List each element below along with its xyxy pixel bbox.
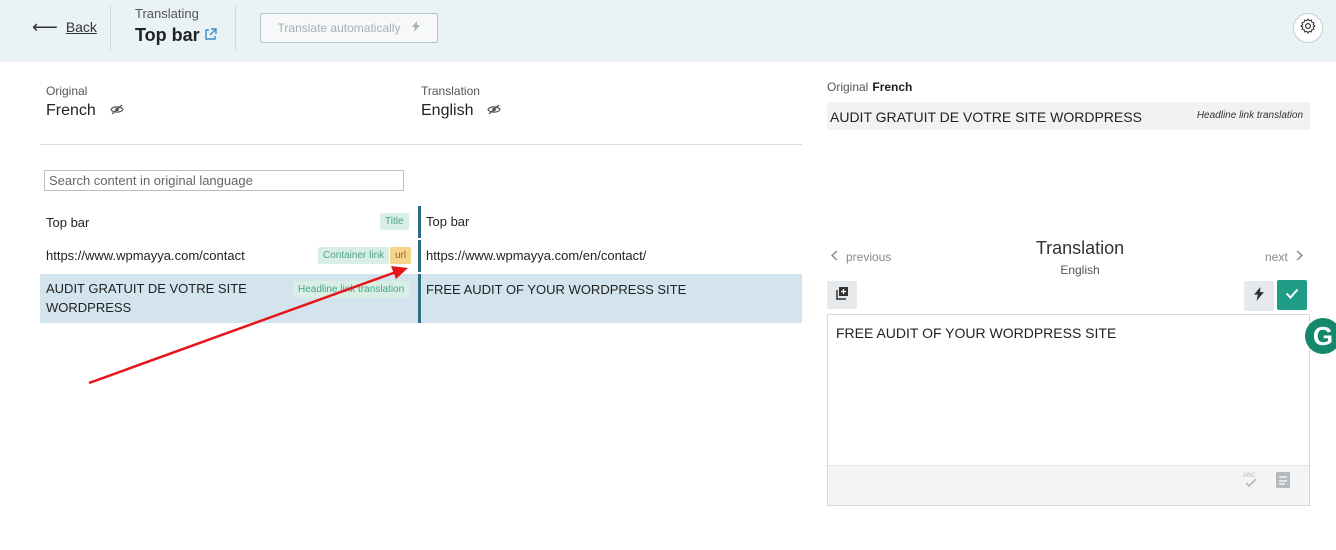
panel-original-text: AUDIT GRATUIT DE VOTRE SITE WORDPRESS [830,109,1142,125]
panel-original-language: French [872,80,913,94]
copy-icon [835,286,849,305]
previous-label: previous [846,250,892,264]
svg-text:ABC: ABC [1243,473,1256,479]
editor-toolbar: ABC [828,465,1309,505]
panel-original-label: Original French [827,80,912,94]
next-label: next [1265,250,1288,264]
translation-editor[interactable]: FREE AUDIT OF YOUR WORDPRESS SITE ABC [827,314,1310,506]
previous-button[interactable]: previous [830,250,892,264]
check-icon [1285,286,1299,304]
panel-translation-title: Translation [1035,238,1125,258]
glossary-icon[interactable] [1275,471,1291,494]
grammarly-icon[interactable]: G [1305,318,1336,354]
next-button[interactable]: next [1265,250,1303,264]
save-translation-button[interactable] [1277,280,1307,310]
chevron-left-icon [830,250,838,264]
translation-editor-text: FREE AUDIT OF YOUR WORDPRESS SITE [836,325,1117,341]
chevron-right-icon [1296,250,1303,264]
panel-original-box: AUDIT GRATUIT DE VOTRE SITE WORDPRESS He… [827,102,1310,130]
panel-original-tag: Headline link translation [1196,110,1303,121]
copy-original-button[interactable] [827,281,857,309]
panel-original-label-text: Original [827,80,869,94]
machine-translate-button[interactable] [1244,281,1274,311]
spellcheck-icon[interactable]: ABC [1243,471,1259,494]
lightning-icon [1254,286,1264,306]
panel-translation-language: English [1060,263,1100,277]
